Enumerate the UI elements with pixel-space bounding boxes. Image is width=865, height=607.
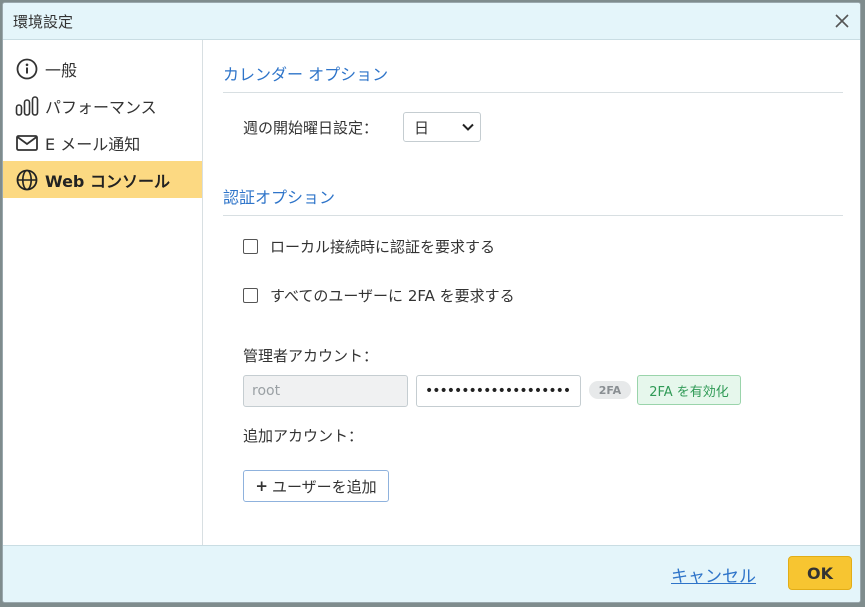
week-start-label: 週の開始曜日設定：	[243, 119, 379, 137]
cancel-button[interactable]: キャンセル	[671, 562, 756, 587]
bar-chart-icon	[15, 94, 39, 118]
checkbox-box[interactable]	[243, 239, 258, 254]
admin-password-mask: ••••••••••••••••••••	[425, 383, 571, 399]
sidebar-item-label: 一般	[45, 60, 78, 80]
enable-2fa-button[interactable]: 2FA を有効化	[637, 375, 741, 405]
calendar-section-title: カレンダー オプション	[223, 65, 389, 84]
add-user-button[interactable]: + ユーザーを追加	[243, 470, 389, 502]
admin-username-field[interactable]: root	[243, 375, 408, 407]
require-local-auth-label: ローカル接続時に認証を要求する	[270, 238, 496, 256]
require-local-auth-checkbox[interactable]: ローカル接続時に認証を要求する	[243, 236, 495, 257]
globe-icon	[15, 168, 39, 192]
sidebar-item-label: パフォーマンス	[45, 97, 157, 117]
week-start-value: 日	[414, 118, 430, 137]
admin-password-field[interactable]: ••••••••••••••••••••	[416, 375, 581, 407]
close-button[interactable]	[830, 9, 854, 33]
settings-panel: カレンダー オプション 週の開始曜日設定： 日 認証オプション ローカル接続時に…	[203, 40, 860, 546]
plus-icon: +	[255, 477, 268, 495]
sidebar-item-general[interactable]: 一般	[3, 50, 202, 87]
2fa-status-badge: 2FA	[589, 381, 631, 399]
chevron-down-icon	[462, 123, 474, 131]
sidebar-item-web-console[interactable]: Web コンソール	[3, 161, 202, 198]
require-2fa-all-label: すべてのユーザーに 2FA を要求する	[270, 287, 515, 305]
dialog-footer: キャンセル OK	[3, 545, 860, 602]
dialog-title: 環境設定	[13, 13, 74, 31]
add-user-label: ユーザーを追加	[271, 477, 377, 496]
close-icon	[835, 14, 849, 28]
divider	[223, 215, 843, 216]
sidebar-item-email[interactable]: E メール通知	[3, 124, 202, 161]
admin-account-label: 管理者アカウント：	[243, 347, 379, 365]
sidebar: 一般 パフォーマンス E メール通知 Web コンソール	[3, 40, 203, 546]
week-start-select[interactable]: 日	[403, 112, 481, 142]
envelope-icon	[15, 131, 39, 155]
admin-username-placeholder: root	[252, 383, 281, 399]
additional-accounts-label: 追加アカウント：	[243, 427, 364, 445]
preferences-dialog: 環境設定 一般 パフォーマンス E メール通知 Web コンソール カレンダー …	[2, 2, 861, 603]
divider	[223, 92, 843, 93]
sidebar-item-label: E メール通知	[45, 134, 141, 154]
info-circle-icon	[15, 57, 39, 81]
title-bar: 環境設定	[3, 3, 860, 40]
ok-button[interactable]: OK	[788, 556, 852, 590]
sidebar-item-label: Web コンソール	[45, 171, 170, 191]
sidebar-item-performance[interactable]: パフォーマンス	[3, 87, 202, 124]
checkbox-box[interactable]	[243, 288, 258, 303]
auth-section-title: 認証オプション	[223, 188, 336, 207]
require-2fa-all-checkbox[interactable]: すべてのユーザーに 2FA を要求する	[243, 285, 515, 306]
